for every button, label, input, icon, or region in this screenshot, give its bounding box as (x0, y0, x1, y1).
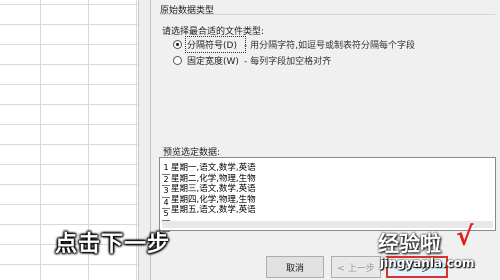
watermark-url: jingyanla.com (380, 256, 475, 270)
watermark-text: 经验啦 (378, 232, 441, 256)
preview-row: 星期二,化学,物理,生物 (171, 173, 256, 184)
preview-line-number: 1 (162, 163, 170, 175)
watermark-check-icon: √ (456, 222, 474, 252)
preview-line-number: 3 (162, 186, 170, 198)
fixed-width-description: - 每列字段加空格对齐 (244, 56, 332, 67)
fixed-width-radio[interactable] (173, 55, 182, 65)
preview-row: 星期四,化学,物理,生物 (171, 194, 256, 205)
previous-button[interactable]: < 上一步 (331, 256, 381, 278)
delimited-radio[interactable] (173, 39, 182, 49)
delimited-description: - 用分隔字符,如逗号或制表符分隔每个字段 (244, 40, 415, 51)
preview-row: 星期三,语文,数学,英语 (171, 184, 256, 194)
delimited-option[interactable]: 分隔符号(D) - 用分隔字符,如逗号或制表符分隔每个字段 (173, 35, 415, 53)
preview-lines: 星期一,语文,数学,英语 星期二,化学,物理,生物 星期三,语文,数学,英语 星… (171, 163, 256, 226)
group-divider (160, 14, 495, 15)
delimited-label[interactable]: 分隔符号(D) (185, 35, 246, 53)
instruction-caption: 点击下一步 (55, 232, 171, 257)
fixed-width-label[interactable]: 固定宽度(W) (187, 54, 244, 67)
preview-box[interactable]: 1 2 3 4 5 6 星期一,语文,数学,英语 星期二,化学,物理,生物 星期… (159, 157, 496, 232)
text-import-wizard-dialog: 原始数据类型 请选择最合适的文件类型: 分隔符号(D) - 用分隔字符,如逗号或… (150, 0, 500, 280)
preview-row: 星期五,语文,数学,英语 (171, 205, 256, 215)
file-type-prompt: 请选择最合适的文件类型: (162, 27, 265, 37)
fixed-width-option[interactable]: 固定宽度(W) - 每列字段加空格对齐 (173, 53, 331, 67)
preview-scrollbar[interactable] (162, 221, 493, 228)
preview-line-number: 4 (162, 198, 170, 209)
cancel-button[interactable]: 取消 (266, 256, 324, 278)
preview-line-number: 2 (162, 175, 170, 186)
preview-line-number: 5 (162, 209, 170, 221)
preview-row: 星期一,语文,数学,英语 (171, 163, 256, 173)
